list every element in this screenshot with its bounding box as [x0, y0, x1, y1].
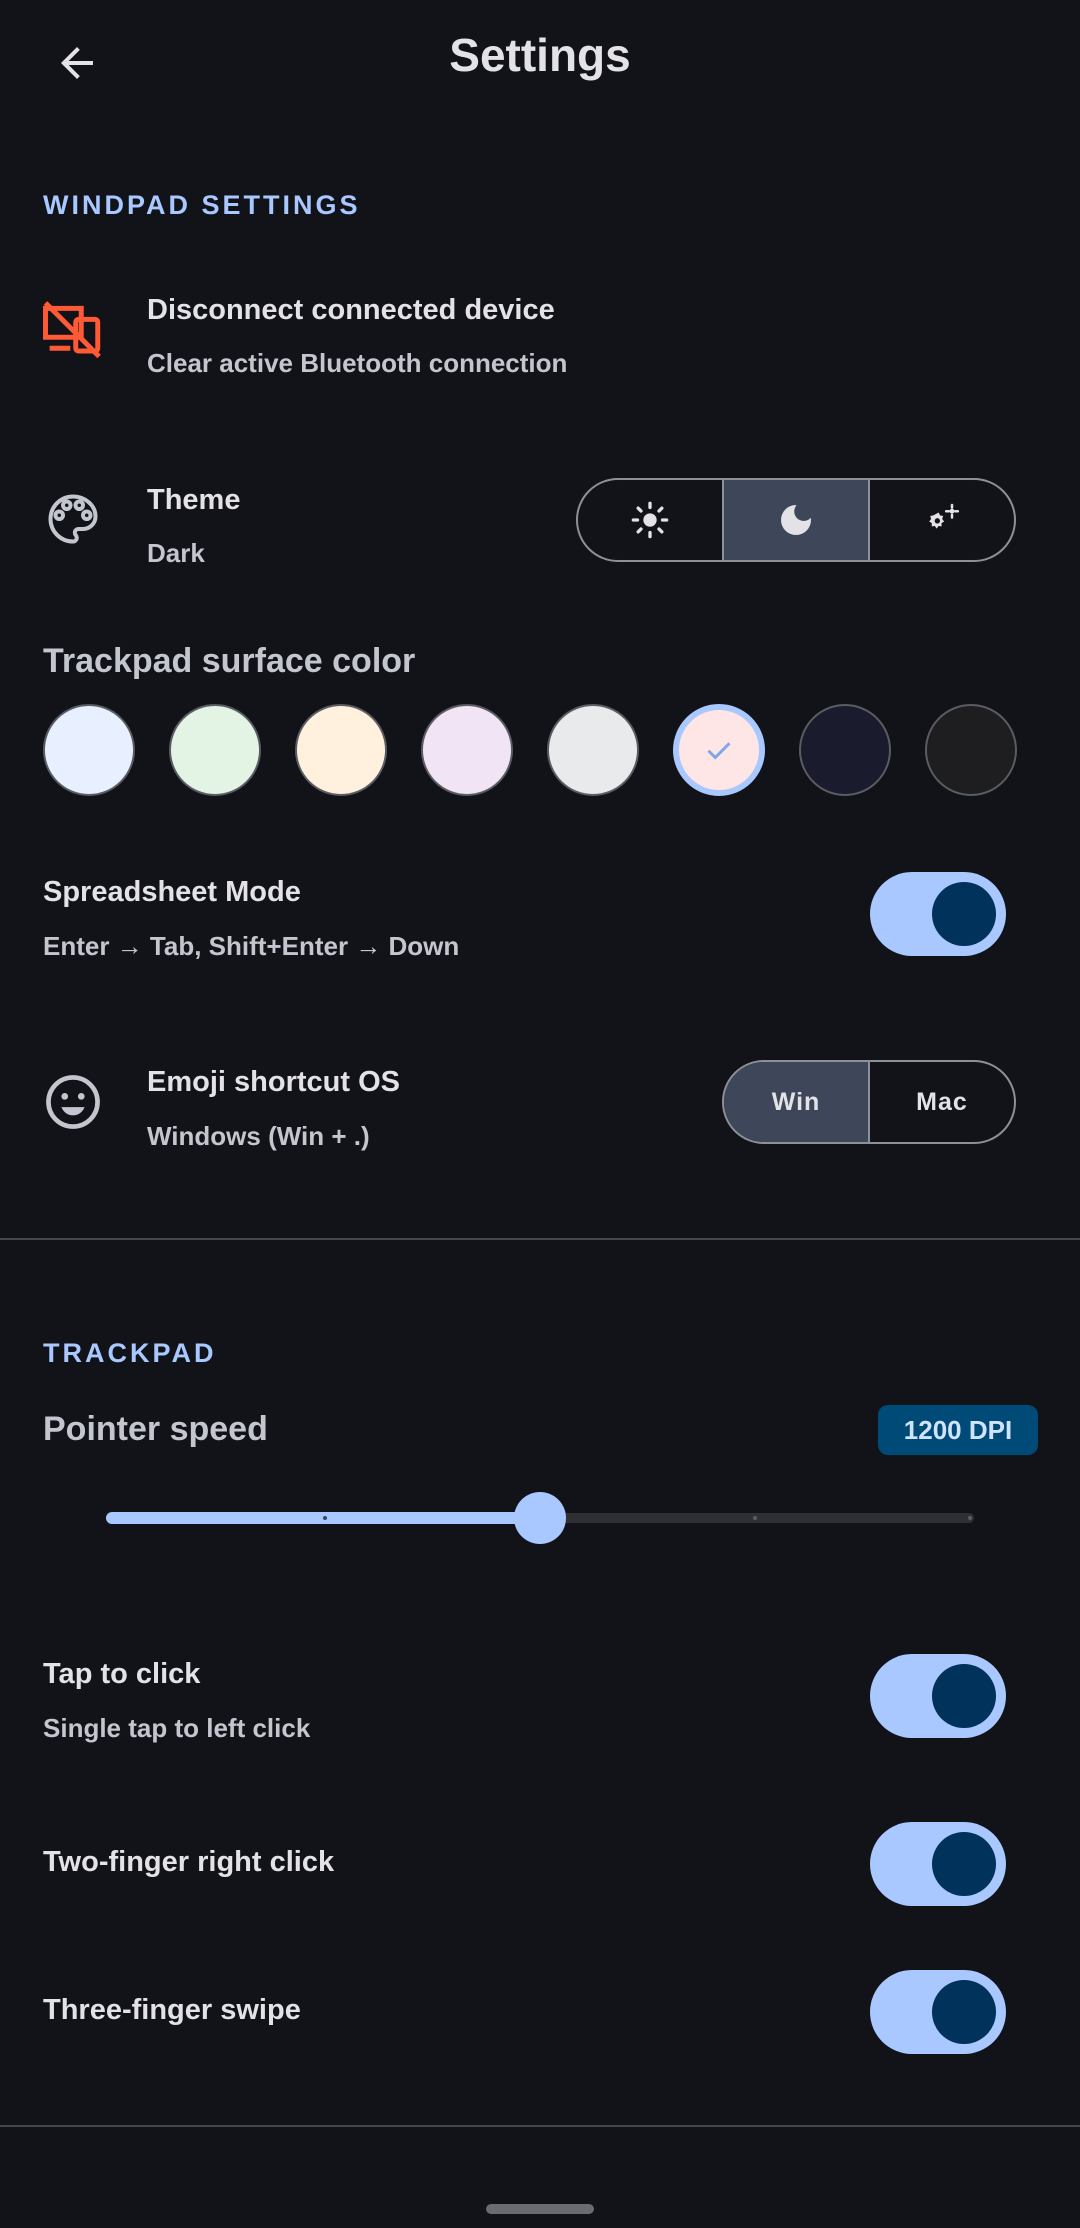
light-mode-icon — [631, 501, 669, 539]
swatch-light-purple[interactable] — [421, 704, 513, 796]
emoji-os-win-option[interactable]: Win — [724, 1062, 868, 1142]
swatch-light-green[interactable] — [169, 704, 261, 796]
palette-icon — [40, 486, 106, 552]
slider-tick — [323, 1516, 327, 1520]
slider-tick — [106, 1516, 110, 1520]
switch-thumb — [932, 882, 996, 946]
gesture-navigation-handle[interactable] — [486, 2204, 594, 2214]
emoji-face-icon — [40, 1069, 106, 1135]
emoji-title: Emoji shortcut OS — [147, 1066, 400, 1098]
emoji-os-mac-option[interactable]: Mac — [868, 1062, 1014, 1142]
emoji-subtitle: Windows (Win + .) — [147, 1121, 370, 1151]
theme-system-option[interactable] — [868, 480, 1014, 560]
theme-dark-option[interactable] — [722, 480, 868, 560]
disconnect-device-item[interactable]: Disconnect connected device Clear active… — [0, 280, 1080, 400]
dpi-badge: 1200 DPI — [878, 1405, 1038, 1455]
switch-thumb — [932, 1980, 996, 2044]
three-finger-title: Three-finger swipe — [43, 1994, 301, 2026]
disconnect-subtitle: Clear active Bluetooth connection — [147, 348, 568, 378]
theme-subtitle: Dark — [147, 538, 205, 568]
slider-tick — [968, 1516, 972, 1520]
swatch-light-pink-selected[interactable] — [673, 704, 765, 796]
dark-mode-icon — [781, 505, 811, 535]
disconnect-title: Disconnect connected device — [147, 294, 555, 326]
switch-thumb — [932, 1664, 996, 1728]
surface-color-label: Trackpad surface color — [43, 642, 416, 680]
tap-to-click-title: Tap to click — [43, 1658, 201, 1690]
swatch-dark-gray[interactable] — [925, 704, 1017, 796]
two-finger-title: Two-finger right click — [43, 1846, 335, 1878]
pointer-speed-slider-thumb[interactable] — [514, 1492, 566, 1544]
two-finger-right-click-switch[interactable] — [870, 1822, 1006, 1906]
spreadsheet-subtitle: Enter → Tab, Shift+Enter → Down — [43, 931, 460, 961]
theme-title: Theme — [147, 484, 241, 516]
tap-to-click-switch[interactable] — [870, 1654, 1006, 1738]
section-header-trackpad: TRACKPAD — [43, 1338, 217, 1368]
bottom-divider — [0, 2125, 1080, 2127]
section-divider — [0, 1238, 1080, 1240]
device-disconnect-icon — [40, 296, 106, 362]
theme-light-option[interactable] — [578, 480, 722, 560]
win-label: Win — [771, 1087, 821, 1116]
tap-to-click-subtitle: Single tap to left click — [43, 1713, 311, 1743]
page-title: Settings — [449, 29, 631, 81]
spreadsheet-mode-switch[interactable] — [870, 872, 1006, 956]
switch-thumb — [932, 1832, 996, 1896]
pointer-speed-label: Pointer speed — [43, 1410, 268, 1448]
check-icon — [707, 742, 731, 760]
auto-settings-icon — [929, 503, 960, 529]
swatch-light-orange[interactable] — [295, 704, 387, 796]
emoji-os-segmented-control: Win Mac — [722, 1060, 1016, 1144]
section-header-windpad: WINDPAD SETTINGS — [43, 190, 361, 220]
three-finger-swipe-switch[interactable] — [870, 1970, 1006, 2054]
slider-tick — [753, 1516, 757, 1520]
spreadsheet-title: Spreadsheet Mode — [43, 876, 301, 908]
theme-segmented-control — [576, 478, 1016, 562]
swatch-light-blue[interactable] — [43, 704, 135, 796]
mac-label: Mac — [916, 1087, 968, 1116]
swatch-dark-navy[interactable] — [799, 704, 891, 796]
swatch-light-gray[interactable] — [547, 704, 639, 796]
